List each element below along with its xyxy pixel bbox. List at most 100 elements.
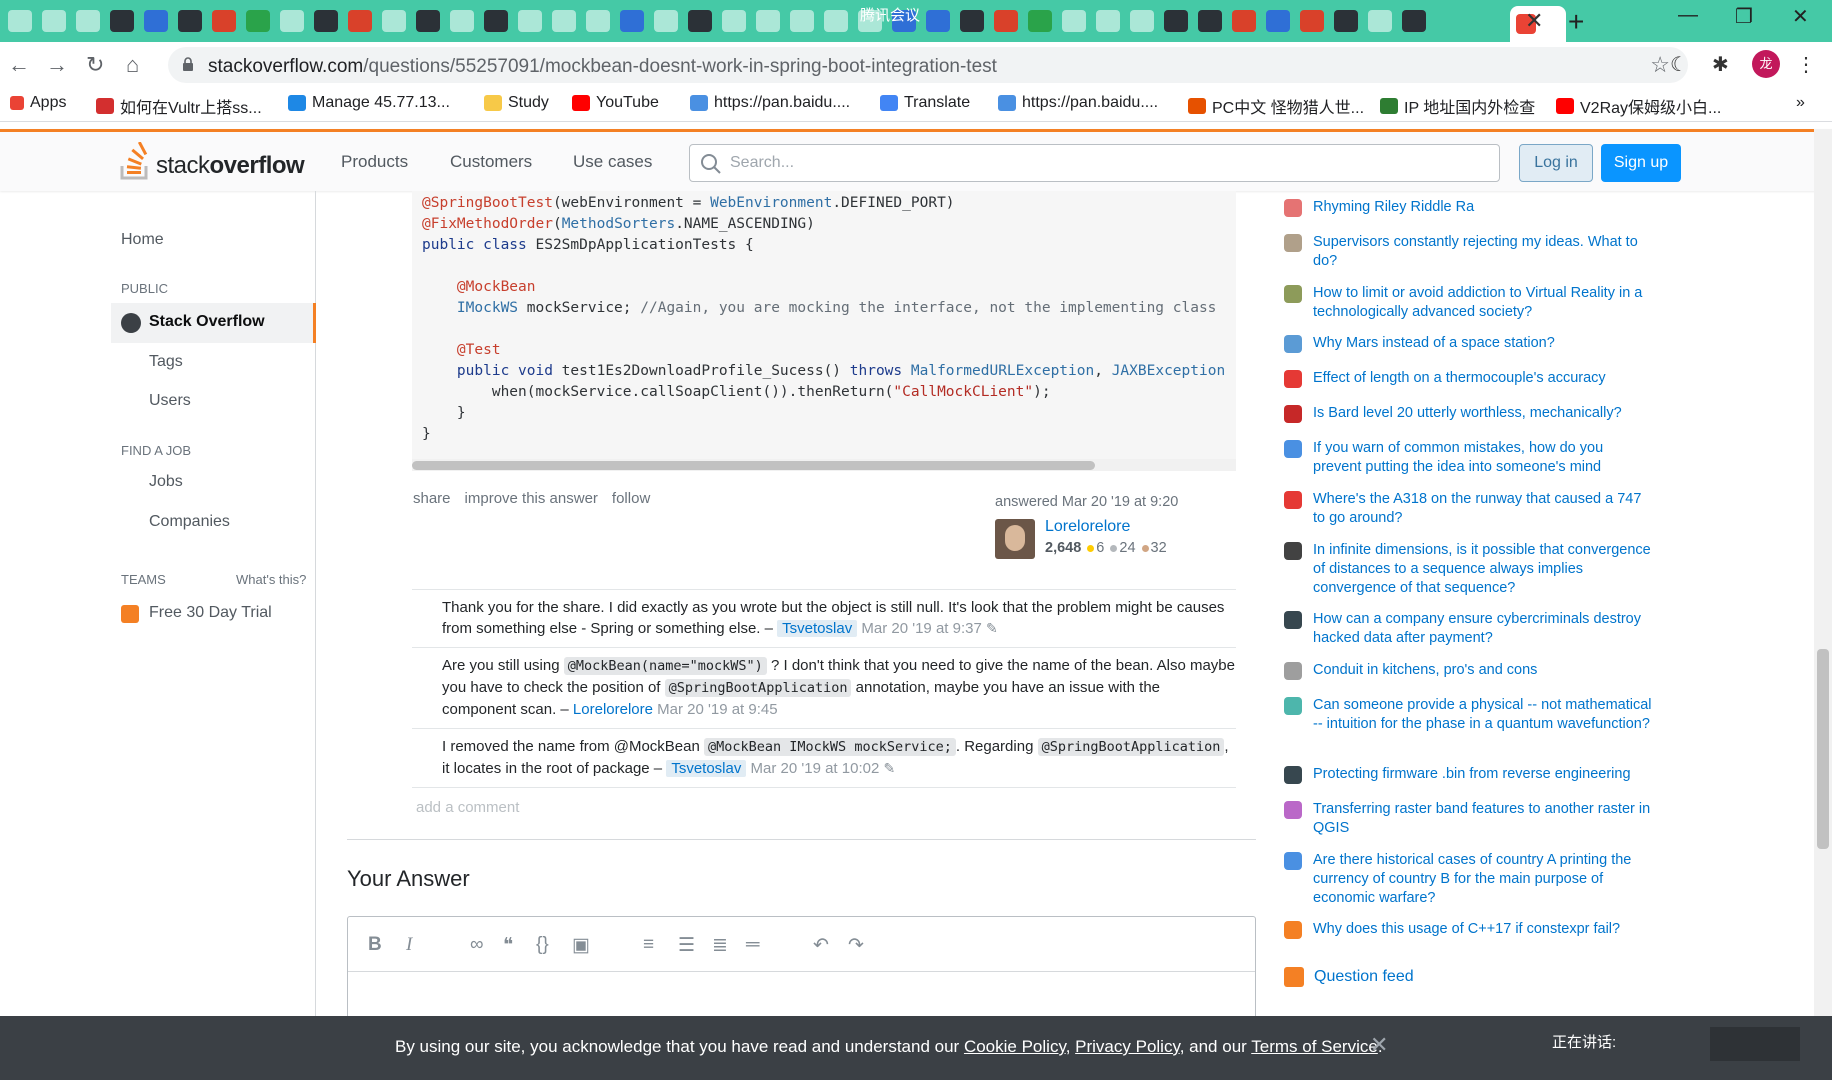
comment-user-link[interactable]: Tsvetoslav	[777, 620, 858, 637]
tab-favicon[interactable]	[1130, 10, 1154, 32]
bookmark-item[interactable]: https://pan.baidu....	[998, 94, 1158, 112]
bookmark-item[interactable]: Study	[484, 94, 549, 112]
github-tab-icon[interactable]	[1164, 10, 1188, 32]
tab-favicon[interactable]	[1232, 10, 1256, 32]
bookmark-item[interactable]: IP 地址国内外检查	[1380, 94, 1535, 118]
github-tab-icon[interactable]	[110, 10, 134, 32]
nav-products[interactable]: Products	[341, 152, 408, 172]
horizontal-rule-icon[interactable]: ═	[746, 934, 759, 956]
tab-favicon[interactable]	[280, 10, 304, 32]
close-window-icon[interactable]: ✕	[1792, 4, 1809, 29]
tab-favicon[interactable]	[1062, 10, 1086, 32]
free-trial-link[interactable]: Free 30 Day Trial	[149, 604, 272, 622]
hot-question-title[interactable]: Protecting firmware .bin from reverse en…	[1313, 765, 1653, 784]
hot-question-title[interactable]: How can a company ensure cybercriminals …	[1313, 610, 1653, 648]
cookie-policy-link[interactable]: Cookie Policy	[964, 1037, 1066, 1056]
google-tab-icon[interactable]	[756, 10, 780, 32]
hot-question-title[interactable]: Is Bard level 20 utterly worthless, mech…	[1313, 404, 1653, 423]
avatar[interactable]	[995, 519, 1035, 559]
tab-favicon[interactable]	[42, 10, 66, 32]
tab-favicon[interactable]	[586, 10, 610, 32]
tab-favicon[interactable]	[484, 10, 508, 32]
dark-mode-icon[interactable]: ☾	[1670, 52, 1688, 77]
bing-tab-icon[interactable]	[960, 10, 984, 32]
bookmark-item[interactable]: https://pan.baidu....	[690, 94, 850, 112]
tab-favicon[interactable]	[212, 10, 236, 32]
link-icon[interactable]: ∞	[470, 934, 484, 956]
tab-favicon[interactable]	[620, 10, 644, 32]
so-logo[interactable]: stackoverflow	[120, 142, 305, 180]
privacy-policy-link[interactable]: Privacy Policy	[1075, 1037, 1180, 1056]
scrollbar-thumb[interactable]	[412, 461, 1095, 470]
tab-favicon[interactable]	[348, 10, 372, 32]
hot-question-title[interactable]: Why does this usage of C++17 if constexp…	[1313, 920, 1653, 939]
edit-pencil-icon[interactable]: ✎	[883, 760, 895, 776]
tab-favicon[interactable]	[246, 10, 270, 32]
tab-favicon[interactable]	[8, 10, 32, 32]
tab-favicon[interactable]	[722, 10, 746, 32]
hot-question-title[interactable]: In infinite dimensions, is it possible t…	[1313, 541, 1653, 598]
nav-users[interactable]: Users	[149, 392, 191, 410]
heading-icon[interactable]: ≣	[712, 934, 728, 957]
tab-favicon[interactable]	[144, 10, 168, 32]
add-comment-link[interactable]: add a comment	[416, 799, 519, 816]
reload-icon[interactable]: ↻	[86, 52, 104, 78]
bookmark-item[interactable]: PC中文 怪物猎人世...	[1188, 94, 1364, 118]
tab-favicon[interactable]	[790, 10, 814, 32]
close-icon[interactable]: ✕	[1370, 1032, 1388, 1058]
tab-favicon[interactable]	[1028, 10, 1052, 32]
signup-button[interactable]: Sign up	[1601, 144, 1681, 182]
unordered-list-icon[interactable]: ☰	[678, 934, 695, 957]
redo-icon[interactable]: ↷	[848, 934, 864, 957]
bing-tab-icon[interactable]	[416, 10, 440, 32]
share-link[interactable]: share	[413, 490, 451, 507]
nav-tags[interactable]: Tags	[149, 353, 183, 371]
nav-customers[interactable]: Customers	[450, 152, 532, 172]
restore-icon[interactable]: ❐	[1735, 4, 1753, 29]
login-button[interactable]: Log in	[1519, 144, 1593, 182]
tab-favicon[interactable]	[518, 10, 542, 32]
home-icon[interactable]: ⌂	[126, 52, 139, 78]
code-icon[interactable]: {}	[536, 934, 549, 956]
improve-answer-link[interactable]: improve this answer	[465, 490, 598, 507]
follow-link[interactable]: follow	[612, 490, 650, 507]
hot-question-title[interactable]: Where's the A318 on the runway that caus…	[1313, 490, 1653, 528]
tab-favicon[interactable]	[552, 10, 576, 32]
profile-avatar[interactable]: 龙	[1752, 50, 1780, 78]
edit-pencil-icon[interactable]: ✎	[986, 620, 998, 636]
hot-question-title[interactable]: Are there historical cases of country A …	[1313, 851, 1653, 908]
back-icon[interactable]: ←	[8, 52, 30, 78]
hot-question-title[interactable]: Can someone provide a physical -- not ma…	[1313, 696, 1653, 734]
undo-icon[interactable]: ↶	[813, 934, 829, 957]
more-bookmarks-button[interactable]: »	[1796, 94, 1805, 112]
comment-date[interactable]: Mar 20 '19 at 9:45	[657, 701, 777, 718]
bookmark-star-icon[interactable]: ☆	[1650, 52, 1670, 78]
tab-favicon[interactable]	[926, 10, 950, 32]
nav-jobs[interactable]: Jobs	[149, 473, 183, 491]
minimize-icon[interactable]: —	[1678, 4, 1698, 27]
nav-companies[interactable]: Companies	[149, 513, 230, 531]
hot-question-title[interactable]: How to limit or avoid addiction to Virtu…	[1313, 284, 1653, 322]
bookmark-item[interactable]: 如何在Vultr上搭ss...	[96, 94, 262, 118]
hot-question-title[interactable]: Conduit in kitchens, pro's and cons	[1313, 661, 1653, 680]
bing-tab-icon[interactable]	[1402, 10, 1426, 32]
tab-favicon[interactable]	[382, 10, 406, 32]
bing-tab-icon[interactable]	[178, 10, 202, 32]
comment-date[interactable]: Mar 20 '19 at 10:02	[751, 760, 880, 777]
comment-user-link[interactable]: Lorelorelore	[573, 701, 653, 718]
italic-icon[interactable]: I	[406, 934, 412, 956]
bold-icon[interactable]: B	[368, 934, 382, 956]
forward-icon[interactable]: →	[46, 52, 68, 78]
tab-favicon[interactable]	[994, 10, 1018, 32]
quote-icon[interactable]: ❝	[503, 934, 513, 957]
page-scrollbar[interactable]	[1814, 129, 1832, 1080]
hot-question-title[interactable]: Supervisors constantly rejecting my idea…	[1313, 233, 1653, 271]
hot-question-title[interactable]: Effect of length on a thermocouple's acc…	[1313, 369, 1653, 388]
bing-tab-icon[interactable]	[314, 10, 338, 32]
hot-question-title[interactable]: Why Mars instead of a space station?	[1313, 334, 1653, 353]
terms-link[interactable]: Terms of Service	[1251, 1037, 1378, 1056]
google-tab-icon[interactable]	[450, 10, 474, 32]
answer-editor[interactable]: B I ∞ ❝ {} ▣ ≡ ☰ ≣ ═ ↶ ↷	[347, 916, 1256, 1026]
whats-this-link[interactable]: What's this?	[236, 572, 306, 587]
comment-date[interactable]: Mar 20 '19 at 9:37	[861, 620, 981, 637]
